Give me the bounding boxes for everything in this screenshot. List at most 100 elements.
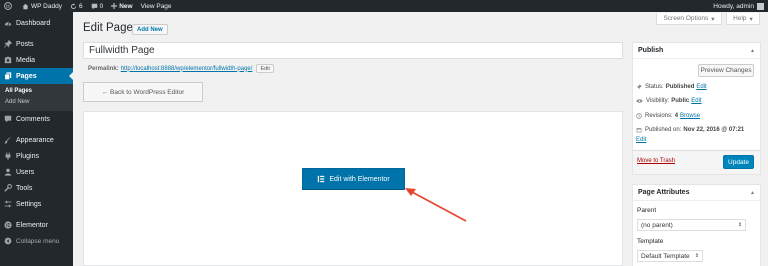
collapse-icon [4,237,12,245]
toggle-up-icon[interactable]: ▲ [750,48,755,54]
new-content-link[interactable]: New [107,0,136,12]
sidebar-item-appearance[interactable]: Appearance [0,132,73,148]
sidebar-item-label: Media [16,56,36,64]
sidebar-item-plugins[interactable]: Plugins [0,148,73,164]
settings-icon [4,200,12,208]
permalink-link[interactable]: http://localhost:8888/wp/elementor/fullw… [121,66,253,72]
permalink-row: Permalink: http://localhost:8888/wp/elem… [88,64,274,73]
submenu-all-pages[interactable]: All Pages [0,86,73,97]
elementor-logo-icon [318,175,325,183]
sidebar-item-elementor[interactable]: Elementor [0,217,73,233]
plugin-icon [5,152,11,160]
published-on-row: Published on: Nov 22, 2016 @ 07:21 [636,127,746,133]
template-select-value: Default Template [641,252,690,260]
history-icon [636,113,642,119]
eye-icon [636,99,643,103]
published-on-edit-row: Edit [636,137,646,143]
title-input-value: Fullwidth Page [89,45,155,56]
publish-title: Publish [638,47,664,54]
select-arrows-icon: ⇕ [694,253,699,259]
caret-down-icon: ▾ [711,15,715,23]
help-button[interactable]: Help ▾ [726,13,760,25]
page-title: Edit Page [83,22,133,34]
pages-icon [4,72,12,80]
users-icon [4,168,12,176]
view-page-link[interactable]: View Page [137,0,176,12]
status-label: Status: [645,84,664,90]
visibility-edit-link[interactable]: Edit [691,98,701,104]
wrench-icon [4,184,12,192]
status-edit-link[interactable]: Edit [696,84,706,90]
sidebar-item-comments[interactable]: Comments [0,111,73,127]
updates-link[interactable]: 6 [66,0,87,12]
sidebar-item-label: Comments [16,115,50,123]
revisions-label: Revisions: [645,113,673,119]
sidebar-item-label: Elementor [16,221,48,229]
sidebar-item-media[interactable]: Media [0,52,73,68]
avatar [757,2,764,10]
published-on-label: Published on: [645,127,682,133]
sidebar-item-label: Users [16,168,35,176]
calendar-icon [636,128,642,133]
template-label: Template [637,238,664,245]
home-icon [22,3,29,9]
sidebar-item-users[interactable]: Users [0,164,73,180]
revisions-value: 4 [674,113,679,119]
update-button[interactable]: Update [723,155,754,169]
sidebar-item-label: Dashboard [16,19,51,27]
wordpress-logo[interactable]: W [0,0,18,12]
brush-icon [4,136,12,144]
refresh-icon [70,2,77,9]
view-page-label: View Page [140,2,172,10]
visibility-label: Visibility: [646,98,670,104]
submenu-add-new[interactable]: Add New [0,97,73,108]
elementor-button-label: Edit with Elementor [329,175,390,183]
parent-select[interactable]: (no parent) ⇕ [637,219,746,231]
media-icon [4,56,12,64]
comment-icon [4,115,12,123]
site-name-link[interactable]: WP Daddy [18,0,66,12]
updates-count: 6 [78,2,83,10]
title-input[interactable]: Fullwidth Page [83,42,623,59]
back-to-wordpress-editor-button[interactable]: ← Back to WordPress Editor [83,82,203,102]
permalink-edit-button[interactable]: Edit [256,64,274,73]
site-name: WP Daddy [31,2,62,10]
admin-sidebar: Dashboard Posts Media Pages All Pages Ad… [0,12,73,266]
collapse-menu-button[interactable]: Collapse menu [0,233,73,249]
parent-label: Parent [637,207,657,214]
add-new-button[interactable]: Add New [132,24,168,35]
account-menu[interactable]: Howdy, admin [713,0,768,12]
sidebar-item-posts[interactable]: Posts [0,36,73,52]
pages-submenu: All Pages Add New [0,84,73,111]
sidebar-item-dashboard[interactable]: Dashboard [0,15,73,31]
status-row: Status: Published Edit [636,84,707,90]
pin-icon [4,40,12,48]
select-arrows-icon: ⇕ [737,222,742,228]
sidebar-item-label: Pages [16,72,37,80]
annotation-arrow [405,188,467,222]
dashboard-icon [4,21,12,26]
edit-with-elementor-button[interactable]: Edit with Elementor [302,168,405,190]
revisions-browse-link[interactable]: Browse [680,113,700,119]
sidebar-item-pages[interactable]: Pages [0,68,73,84]
screen-options-button[interactable]: Screen Options ▾ [656,13,722,25]
publish-box-header[interactable]: Publish ▲ [633,43,760,59]
admin-bar: W WP Daddy 6 0 New View Page Howdy, admi… [0,0,768,12]
sidebar-item-tools[interactable]: Tools [0,180,73,196]
sidebar-item-label: Plugins [16,152,39,160]
move-to-trash-link[interactable]: Move to Trash [637,158,675,164]
template-select[interactable]: Default Template ⇕ [637,250,703,262]
parent-select-value: (no parent) [641,221,673,229]
sidebar-item-label: Collapse menu [16,237,60,245]
comments-count: 0 [99,2,104,10]
status-value: Published [665,84,695,90]
page-attributes-header[interactable]: Page Attributes ▲ [633,185,760,201]
published-on-edit-link[interactable]: Edit [636,137,646,143]
sidebar-item-label: Posts [16,40,34,48]
screen-options-label: Screen Options [663,15,709,22]
sidebar-item-label: Appearance [16,136,54,144]
preview-changes-button[interactable]: Preview Changes [698,64,754,77]
sidebar-item-settings[interactable]: Settings [0,196,73,212]
toggle-up-icon[interactable]: ▲ [750,190,755,196]
comments-link[interactable]: 0 [87,0,108,12]
